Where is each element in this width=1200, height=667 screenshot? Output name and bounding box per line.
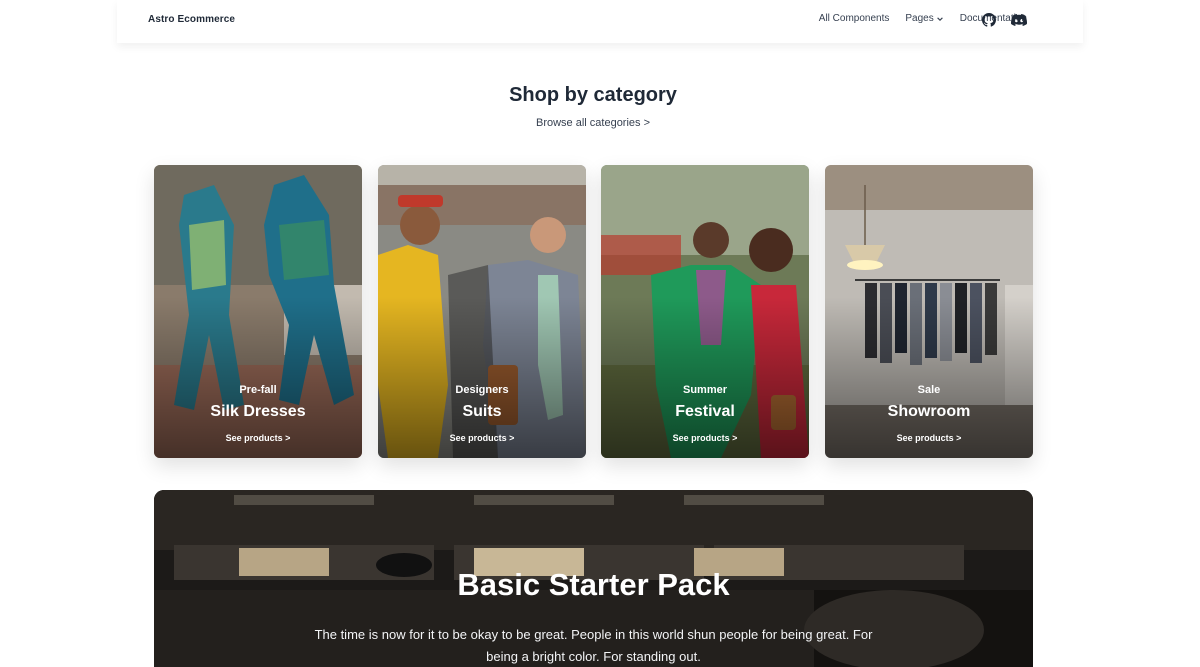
see-products-link[interactable]: See products >: [825, 433, 1033, 443]
category-card-silk-dresses[interactable]: Pre-fall Silk Dresses See products >: [154, 165, 362, 458]
card-title: Suits: [462, 403, 502, 420]
category-card-suits[interactable]: Designers Suits See products >: [378, 165, 586, 458]
discord-icon[interactable]: [1011, 13, 1027, 27]
card-title: Silk Dresses: [210, 403, 306, 420]
banner-description: The time is now for it to be okay to be …: [314, 627, 873, 664]
banner-title: Basic Starter Pack: [457, 567, 730, 602]
chevron-down-icon: [936, 16, 943, 21]
category-card-festival[interactable]: Summer Festival See products >: [601, 165, 809, 458]
card-title: Festival: [675, 403, 735, 420]
nav-pages-label: Pages: [905, 13, 934, 24]
see-products-link[interactable]: See products >: [378, 433, 586, 443]
see-products-link[interactable]: See products >: [154, 433, 362, 443]
nav-pages-dropdown[interactable]: Pages: [905, 13, 943, 24]
card-subtitle: Summer: [682, 384, 728, 396]
card-subtitle: Designers: [455, 384, 509, 396]
nav-all-components[interactable]: All Components: [819, 13, 890, 24]
top-navbar: Astro Ecommerce All Components Pages Doc…: [117, 0, 1083, 43]
promo-banner: Basic Starter Pack The time is now for i…: [154, 490, 1033, 667]
see-products-link[interactable]: See products >: [601, 433, 809, 443]
section-title: Shop by category: [509, 84, 677, 106]
category-card-showroom[interactable]: Sale Showroom See products >: [825, 165, 1033, 458]
card-subtitle: Sale: [917, 384, 941, 396]
github-icon[interactable]: [982, 13, 996, 27]
card-title: Showroom: [887, 403, 971, 420]
brand-logo[interactable]: Astro Ecommerce: [148, 14, 235, 25]
browse-all-categories-link[interactable]: Browse all categories >: [0, 117, 1186, 129]
card-subtitle: Pre-fall: [239, 384, 277, 396]
